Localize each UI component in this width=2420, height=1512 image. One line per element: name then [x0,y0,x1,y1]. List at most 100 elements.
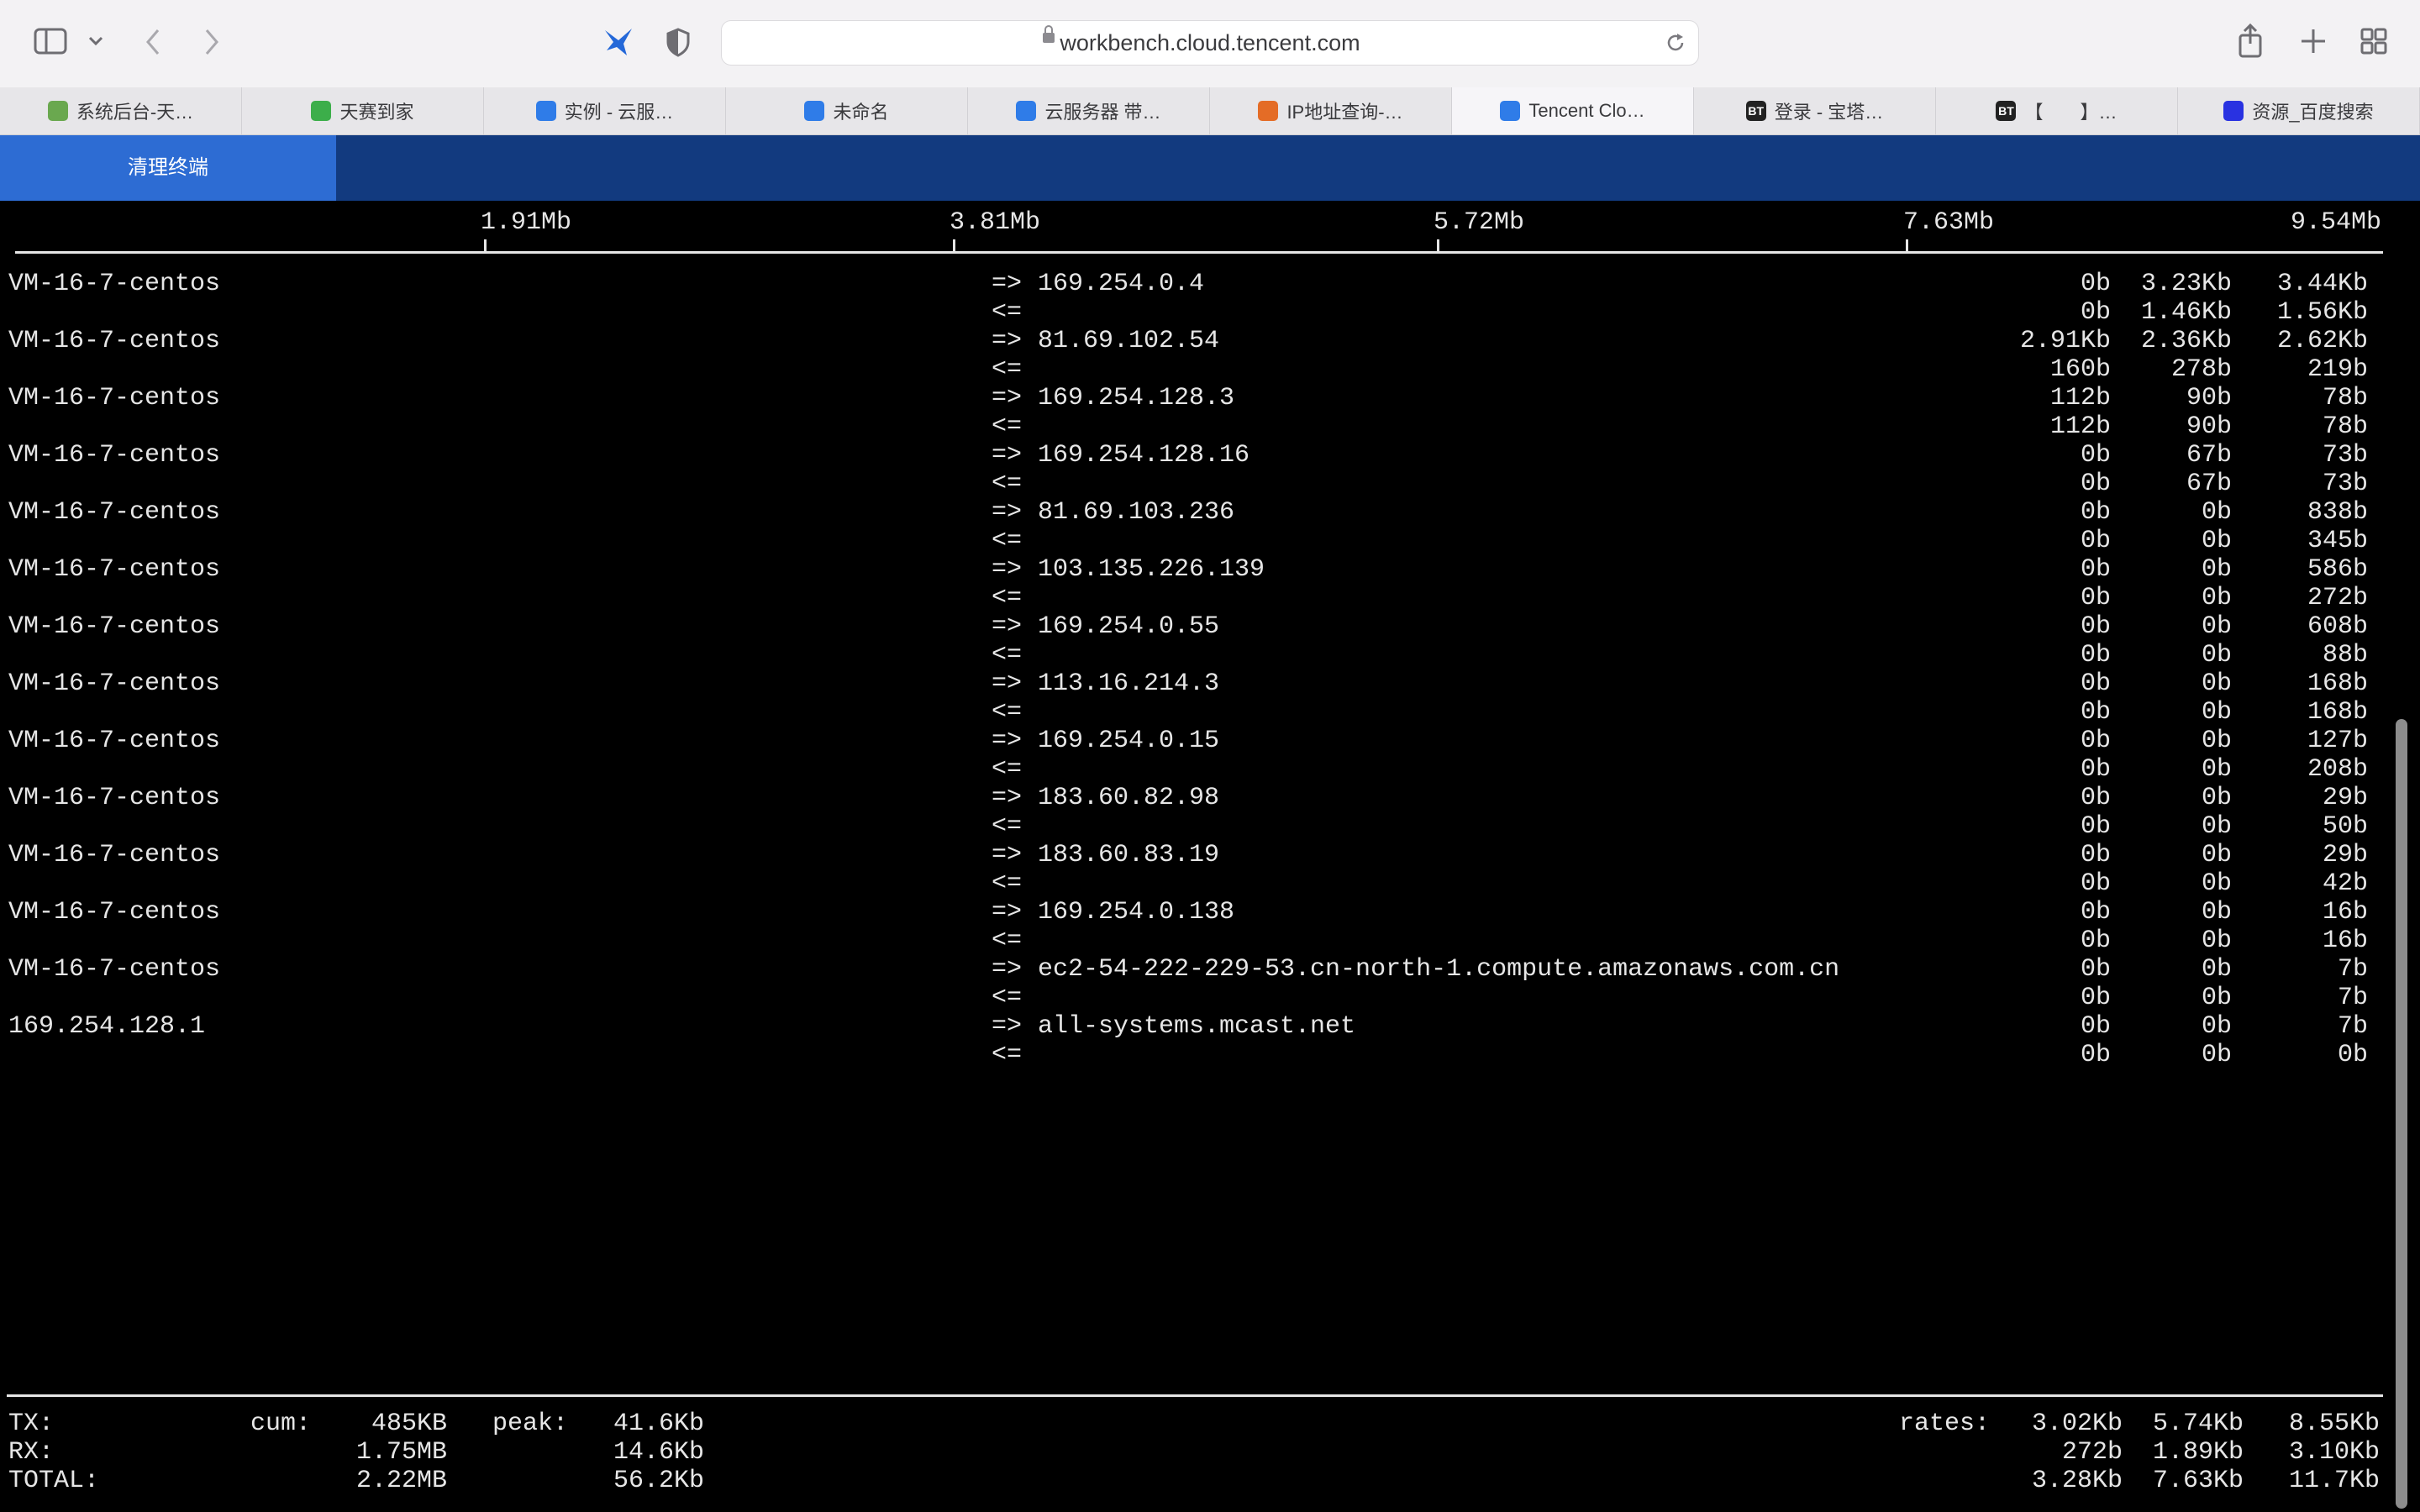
cum-value: 1.75MB [355,1438,447,1467]
connection-source: VM-16-7-centos [8,784,221,812]
out-arrow: => [992,955,1023,984]
favicon-icon [1500,101,1521,121]
favicon-icon: BT [1996,101,2017,121]
peak-value: 56.2Kb [613,1467,704,1495]
in-arrow: <= [992,412,1023,441]
tab-label: Tencent Clo… [1528,100,1645,121]
in-rate: 0b [2201,527,2232,555]
out-arrow: => [992,441,1023,470]
connection-source: VM-16-7-centos [8,441,221,470]
scale-tick [1437,239,1439,254]
in-rate: 42b [2322,869,2368,898]
tab-overview-icon[interactable] [2360,27,2388,55]
browser-tab[interactable]: 未命名 [726,87,968,134]
out-rate: 0b [2080,727,2111,755]
browser-tab[interactable]: IP地址查询-… [1210,87,1452,134]
terminal-scrollbar[interactable] [2396,719,2407,1509]
in-rate: 0b [2080,755,2111,784]
out-rate: 0b [2080,612,2111,641]
out-rate: 0b [2080,784,2111,812]
back-icon[interactable] [143,27,163,57]
in-rate: 16b [2322,927,2368,955]
out-rate: 0b [2201,898,2232,927]
out-rate: 0b [2201,498,2232,527]
out-arrow: => [992,327,1023,355]
connection-destination: 113.16.214.3 [1038,669,1220,698]
out-rate: 168b [2307,669,2368,698]
out-rate: 0b [2080,1012,2111,1041]
out-rate: 0b [2201,669,2232,698]
connection-destination: 169.254.0.15 [1038,727,1220,755]
cum-label: cum: [250,1410,312,1438]
in-rate: 0b [2080,584,2111,612]
share-icon[interactable] [2237,24,2264,59]
cum-value: 485KB [371,1410,447,1438]
in-rate: 73b [2322,470,2368,498]
out-rate: 0b [2201,727,2232,755]
browser-tab[interactable]: BT 登录 - 宝塔… [1694,87,1936,134]
in-arrow: <= [992,1041,1023,1069]
in-rate: 0b [2080,698,2111,727]
in-rate: 1.46Kb [2140,298,2232,327]
address-bar[interactable]: workbench.cloud.tencent.com [721,20,1699,66]
browser-tab[interactable]: 天赛到家 [242,87,484,134]
connection-destination: all-systems.mcast.net [1038,1012,1356,1041]
totals-label: TOTAL: [8,1467,100,1495]
in-rate: 0b [2080,1041,2111,1069]
peak-value: 14.6Kb [613,1438,704,1467]
new-tab-icon[interactable] [2299,27,2328,55]
clear-terminal-button[interactable]: 清理终端 [0,135,336,201]
in-rate: 0b [2080,298,2111,327]
chevron-down-icon[interactable] [87,35,104,47]
browser-tab[interactable]: 实例 - 云服… [484,87,726,134]
in-rate: 0b [2080,927,2111,955]
out-rate: 29b [2322,841,2368,869]
connection-destination: 169.254.128.16 [1038,441,1250,470]
favicon-icon [535,101,556,121]
in-arrow: <= [992,298,1023,327]
in-rate: 78b [2322,412,2368,441]
favicon-icon [311,101,332,121]
out-arrow: => [992,384,1023,412]
out-arrow: => [992,1012,1023,1041]
browser-tab[interactable]: BT 【 】… [1936,87,2178,134]
tab-bar: 系统后台-天… 天赛到家 实例 - 云服… 未命名 云服务器 带… IP地址查询-… Ten… [0,87,2420,135]
out-rate: 7b [2337,955,2368,984]
in-rate: 0b [2080,812,2111,841]
connection-source: VM-16-7-centos [8,498,221,527]
extension-bird-icon[interactable] [602,25,635,59]
in-rate: 0b [2201,812,2232,841]
browser-tab[interactable]: Tencent Clo… [1452,87,1694,134]
connection-destination: 103.135.226.139 [1038,555,1265,584]
totals-label: RX: [8,1438,55,1467]
total-rate: 11.7Kb [2288,1467,2380,1495]
reload-icon[interactable] [1665,32,1686,54]
out-rate: 112b [2049,384,2111,412]
tab-label: 天赛到家 [339,102,414,123]
forward-icon[interactable] [202,27,222,57]
browser-tab[interactable]: 系统后台-天… [0,87,242,134]
scale-label: 1.91Mb [480,208,571,237]
in-rate: 50b [2322,812,2368,841]
favicon-icon [804,101,825,121]
out-arrow: => [992,270,1023,298]
sidebar-toggle-icon[interactable] [34,27,67,55]
browser-tab[interactable]: 资源_百度搜索 [2178,87,2420,134]
browser-tab[interactable]: 云服务器 带… [968,87,1210,134]
in-rate: 0b [2201,869,2232,898]
tab-label: 系统后台-天… [76,102,194,123]
console-header: 清理终端 [0,135,2420,201]
in-rate: 0b [2080,869,2111,898]
tab-label: 【 】… [2024,102,2118,123]
in-arrow: <= [992,755,1023,784]
scale-label: 3.81Mb [949,208,1040,237]
out-rate: 90b [2186,384,2232,412]
privacy-shield-icon[interactable] [666,27,691,57]
out-arrow: => [992,669,1023,698]
out-rate: 0b [2201,955,2232,984]
connection-destination: 169.254.0.138 [1038,898,1235,927]
terminal-output[interactable]: 1.91Mb 3.81Mb 5.72Mb 7.63Mb 9.54Mb VM-16-7-ce… [0,202,2420,1512]
in-rate: 0b [2080,641,2111,669]
in-rate: 219b [2307,355,2368,384]
out-arrow: => [992,784,1023,812]
